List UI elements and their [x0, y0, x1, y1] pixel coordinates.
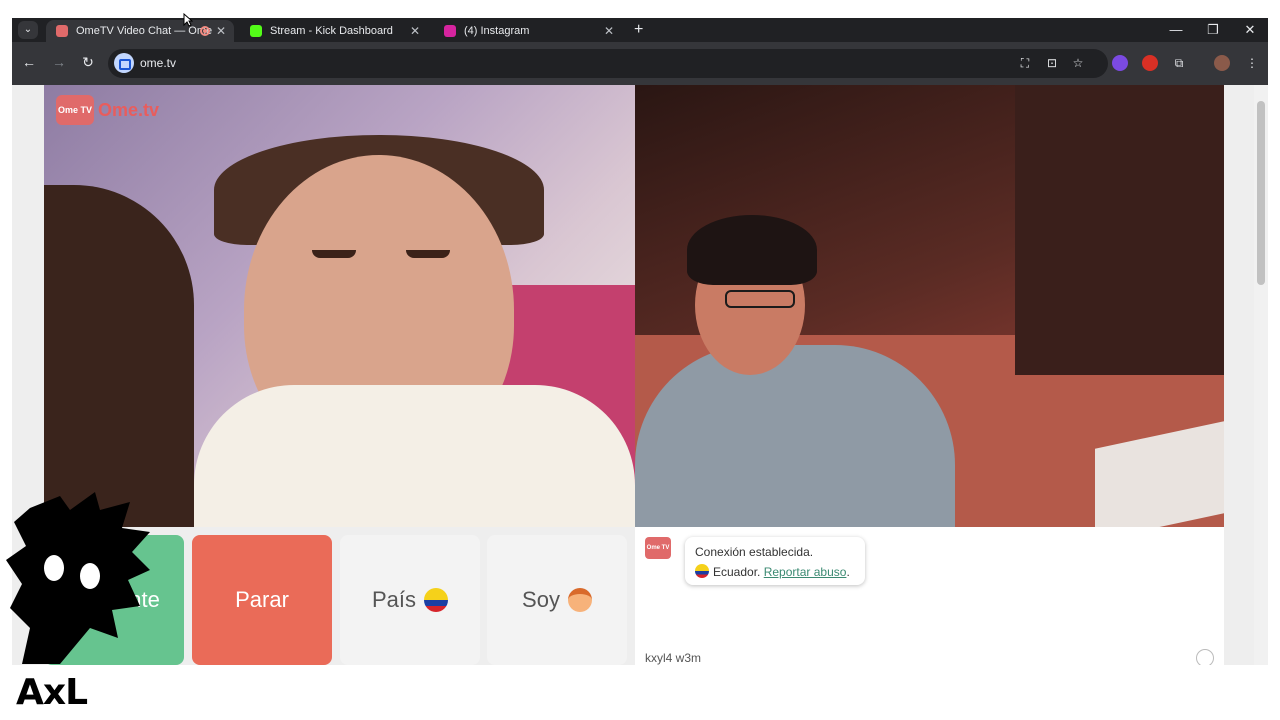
tab-title: (4) Instagram — [464, 25, 530, 37]
ometv-favicon-icon — [56, 25, 68, 37]
page-content: Ome TV Ome.tv Siguiente Parar País Soy — [12, 85, 1268, 665]
translate-icon[interactable]: ⛶ — [1017, 55, 1033, 71]
system-message: Conexión establecida. Ecuador. Reportar … — [685, 537, 865, 585]
reload-icon[interactable]: ↻ — [79, 54, 97, 71]
ometv-avatar-icon: Ome TV — [645, 537, 671, 559]
close-tab-icon[interactable]: ✕ — [604, 20, 614, 42]
gender-label: Soy — [522, 587, 560, 612]
profile-avatar[interactable] — [1214, 55, 1230, 71]
extension-purple-icon[interactable] — [1112, 55, 1128, 71]
gender-button[interactable]: Soy — [487, 535, 627, 665]
url-text: ome.tv — [140, 56, 177, 70]
tv-logo-icon: Ome TV — [56, 95, 94, 125]
tab-strip: ⌄ OmeTV Video Chat — Ome ✕ Stream - Kick… — [12, 18, 1268, 42]
browser-window: ⌄ OmeTV Video Chat — Ome ✕ Stream - Kick… — [12, 18, 1268, 665]
emoji-icon[interactable] — [1196, 649, 1214, 665]
address-bar[interactable]: ome.tv — [108, 49, 1108, 78]
local-video — [635, 85, 1224, 527]
streamer-avatar-icon — [6, 492, 150, 664]
kick-favicon-icon — [250, 25, 262, 37]
new-tab-icon[interactable]: + — [634, 20, 643, 40]
ecuador-flag-icon — [695, 564, 709, 578]
ometv-logo: Ome TV Ome.tv — [56, 93, 159, 127]
chat-panel: Ome TV Conexión establecida. Ecuador. Re… — [635, 527, 1224, 665]
close-tab-icon[interactable]: ✕ — [410, 20, 420, 42]
menu-kebab-icon[interactable]: ⋮ — [1244, 55, 1260, 71]
site-info-icon[interactable] — [114, 53, 134, 73]
extension-red-icon[interactable] — [1142, 55, 1158, 71]
stop-button[interactable]: Parar — [192, 535, 332, 665]
stop-label: Parar — [235, 587, 289, 612]
tab-instagram[interactable]: (4) Instagram ✕ — [434, 20, 622, 42]
remote-video: Ome TV Ome.tv — [44, 85, 635, 527]
country-button[interactable]: País — [340, 535, 480, 665]
recording-icon — [200, 26, 210, 36]
close-window-icon[interactable]: ✕ — [1240, 20, 1260, 40]
report-abuse-link[interactable]: Reportar abuso — [764, 565, 847, 579]
streamer-brand-text: AxL — [16, 672, 88, 713]
logo-text: Ome.tv — [98, 99, 160, 120]
tab-ometv[interactable]: OmeTV Video Chat — Ome ✕ — [46, 20, 234, 42]
tab-kick-dashboard[interactable]: Stream - Kick Dashboard ✕ — [240, 20, 428, 42]
mouse-cursor-icon — [183, 13, 193, 27]
forward-icon[interactable]: → — [50, 54, 68, 70]
scrollbar[interactable] — [1254, 85, 1268, 665]
ecuador-flag-icon — [424, 588, 449, 612]
country-label: País — [371, 587, 417, 612]
extensions-puzzle-icon[interactable]: ⧉ — [1171, 55, 1187, 71]
tab-search-icon[interactable]: ⌄ — [18, 21, 38, 39]
install-app-icon[interactable]: ⊡ — [1044, 55, 1060, 71]
close-tab-icon[interactable]: ✕ — [216, 20, 226, 42]
tab-title: Stream - Kick Dashboard — [270, 25, 393, 37]
bookmark-star-icon[interactable]: ☆ — [1070, 55, 1086, 71]
minimize-icon[interactable]: — — [1166, 20, 1186, 40]
boy-emoji-icon — [567, 588, 592, 612]
back-icon[interactable]: ← — [20, 54, 38, 70]
browser-toolbar: ← → ↻ ome.tv ⛶ ⊡ ☆ ⧉ ⋮ — [12, 42, 1268, 85]
restore-icon[interactable]: ❐ — [1203, 20, 1223, 40]
scrollbar-thumb[interactable] — [1257, 101, 1265, 285]
connection-text: Conexión establecida. — [695, 545, 814, 559]
chat-input[interactable]: kxyl4 w3m — [645, 651, 701, 665]
country-text: Ecuador. — [713, 565, 761, 579]
instagram-favicon-icon — [444, 25, 456, 37]
